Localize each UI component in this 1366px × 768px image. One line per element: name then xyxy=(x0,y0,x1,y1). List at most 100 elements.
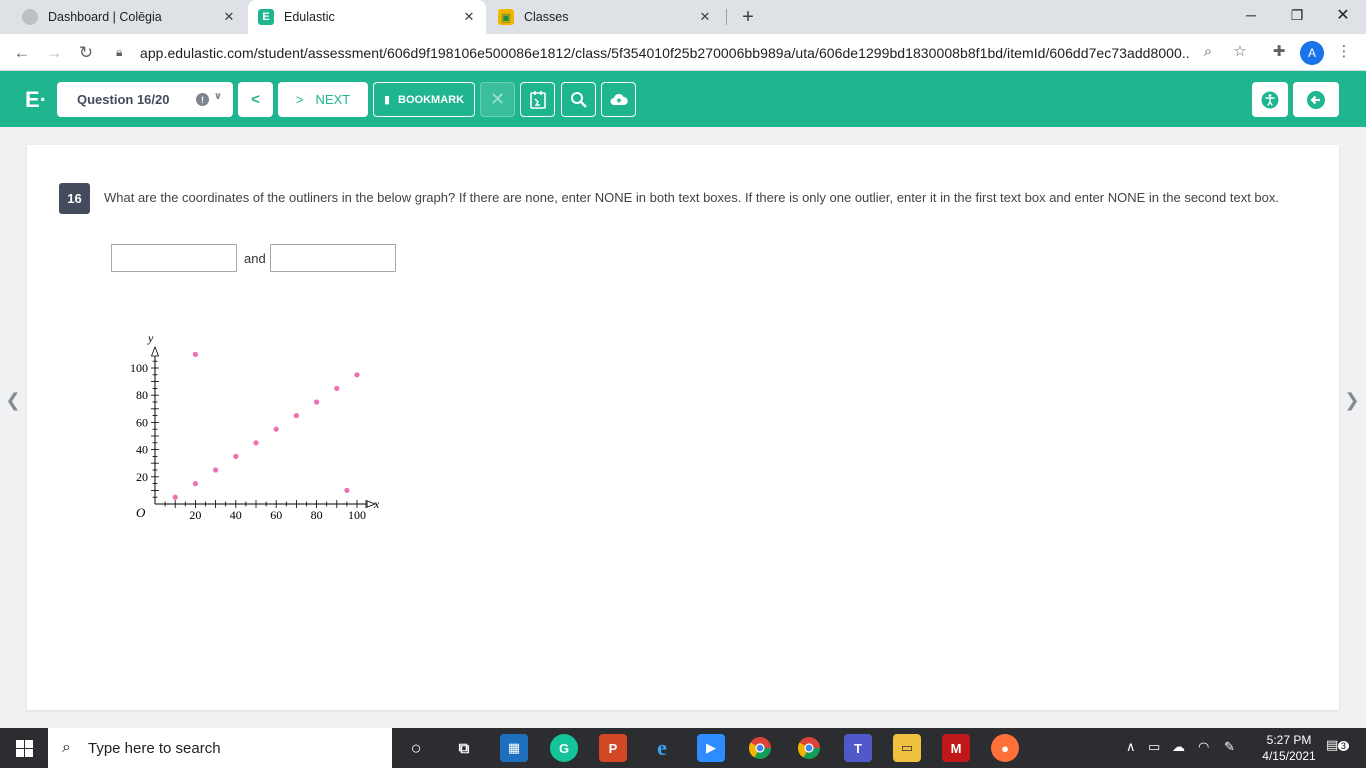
close-tab-icon[interactable]: ✕ xyxy=(460,8,478,26)
data-point xyxy=(354,372,360,378)
edulastic-favicon-icon: E xyxy=(258,9,274,25)
zoom-icon[interactable]: ⌕ xyxy=(1198,41,1218,61)
back-arrow-icon[interactable]: ← xyxy=(9,40,35,66)
edulastic-logo: E· xyxy=(25,87,47,112)
y-tick-label: 60 xyxy=(136,415,148,429)
data-point xyxy=(344,487,350,493)
chrome-icon[interactable] xyxy=(795,734,823,762)
data-point xyxy=(334,385,340,391)
magnifier-button[interactable] xyxy=(561,82,596,117)
taskbar-search[interactable]: ⌕ Type here to search xyxy=(48,728,392,768)
close-tab-icon[interactable]: ✕ xyxy=(220,8,238,26)
restore-icon[interactable]: ❐ xyxy=(1274,0,1320,30)
close-window-icon[interactable]: ✕ xyxy=(1320,0,1366,30)
onedrive-icon[interactable]: ☁ xyxy=(1172,739,1185,755)
power-icon[interactable]: ▭ xyxy=(1148,739,1160,755)
tab-classes[interactable]: ▣ Classes ✕ xyxy=(488,0,722,34)
cross-icon: ✕ xyxy=(489,89,506,109)
plot-axes xyxy=(150,345,377,509)
bookmark-label: BOOKMARK xyxy=(398,93,465,106)
bookmark-button[interactable]: ▮ BOOKMARK xyxy=(373,82,475,117)
x-tick-label: 40 xyxy=(230,508,242,522)
chrome-profile-icon[interactable] xyxy=(746,734,774,762)
origin-label: O xyxy=(136,505,146,520)
magnifier-icon xyxy=(570,91,587,108)
data-point xyxy=(273,426,279,432)
mcafee-icon[interactable]: M xyxy=(942,734,970,762)
accessibility-icon xyxy=(1261,91,1279,108)
tab-dashboard[interactable]: Dashboard | Colēgia ✕ xyxy=(12,0,246,34)
extensions-icon[interactable]: ✚ xyxy=(1269,41,1289,61)
y-axis-arrow-icon xyxy=(150,345,160,357)
url-field[interactable]: 🔒︎ app.edulastic.com/student/assessment/… xyxy=(106,38,1258,67)
x-tick-label: 60 xyxy=(270,508,282,522)
question-selector-label: Question 16/20 xyxy=(77,92,170,107)
previous-button[interactable]: < xyxy=(238,82,273,117)
warning-icon: ! xyxy=(196,93,209,106)
data-point xyxy=(233,453,239,459)
forward-arrow-icon[interactable]: → xyxy=(41,40,67,66)
minimize-icon[interactable]: ─ xyxy=(1228,0,1274,30)
windows-start-button[interactable] xyxy=(0,728,48,768)
file-explorer-icon[interactable]: ▭ xyxy=(893,734,921,762)
zoom-app-icon[interactable]: ▶ xyxy=(697,734,725,762)
cortana-icon[interactable]: ○ xyxy=(402,734,430,762)
windows-taskbar: ⌕ Type here to search ○ ⧉ ▦ G P e ▶ T ▭ … xyxy=(0,728,1366,768)
task-view-icon[interactable]: ⧉ xyxy=(450,734,478,762)
chrome-logo-icon xyxy=(749,737,771,759)
scatter-plot: x y O 20 40 60 80 100 20 40 60 80 100 xyxy=(130,331,380,522)
assessment-toolbar: E· Question 16/20 ! ∨ < > NEXT ▮ BOOKMAR… xyxy=(0,71,1366,127)
x-tick-label: 100 xyxy=(348,508,366,522)
grammarly-icon[interactable]: G xyxy=(550,734,578,762)
previous-question-arrow-icon[interactable]: ❮ xyxy=(3,388,23,412)
edge-icon[interactable]: e xyxy=(648,734,676,762)
wifi-icon[interactable]: ◠ xyxy=(1198,739,1209,755)
question-text: What are the coordinates of the outliner… xyxy=(104,190,1279,205)
eliminate-answer-button[interactable]: ✕ xyxy=(480,82,515,117)
save-button[interactable] xyxy=(601,82,636,117)
tab-edulastic[interactable]: E Edulastic ✕ xyxy=(248,0,486,34)
next-question-arrow-icon[interactable]: ❯ xyxy=(1342,388,1362,412)
y-tick-label: 100 xyxy=(130,361,148,375)
notifications-icon[interactable]: ▤ 3 xyxy=(1326,737,1349,753)
data-point xyxy=(213,467,219,473)
star-icon[interactable]: ☆ xyxy=(1230,41,1250,61)
chevron-right-icon: > xyxy=(295,92,304,107)
question-number-badge: 16 xyxy=(59,183,90,214)
search-placeholder: Type here to search xyxy=(88,739,221,757)
x-axis-label: x xyxy=(373,497,380,511)
menu-kebab-icon[interactable]: ⋮ xyxy=(1334,41,1354,61)
pen-icon[interactable]: ✎ xyxy=(1224,739,1235,755)
scratchpad-button[interactable] xyxy=(520,82,555,117)
plot-labels: x y O 20 40 60 80 100 20 40 60 80 100 xyxy=(130,331,380,522)
teams-icon[interactable]: T xyxy=(844,734,872,762)
show-hidden-icons-icon[interactable]: ∧ xyxy=(1126,739,1136,755)
tab-title: Dashboard | Colēgia xyxy=(48,10,162,24)
y-tick-label: 80 xyxy=(136,388,148,402)
powerpoint-icon[interactable]: P xyxy=(599,734,627,762)
tab-title: Classes xyxy=(524,10,569,24)
colegia-favicon-icon xyxy=(22,9,38,25)
answer-input-2[interactable] xyxy=(270,244,396,272)
new-tab-icon[interactable]: + xyxy=(736,5,760,29)
bookmark-icon: ▮ xyxy=(383,94,391,106)
firefox-icon[interactable]: ● xyxy=(991,734,1019,762)
next-button[interactable]: > NEXT xyxy=(278,82,368,117)
x-tick-label: 80 xyxy=(311,508,323,522)
data-point xyxy=(172,494,178,500)
reload-icon[interactable]: ↻ xyxy=(73,40,99,66)
calculator-icon[interactable]: ▦ xyxy=(500,734,528,762)
question-selector[interactable]: Question 16/20 ! ∨ xyxy=(57,82,233,117)
exit-button[interactable] xyxy=(1293,82,1339,117)
answer-input-1[interactable] xyxy=(111,244,237,272)
profile-avatar[interactable]: A xyxy=(1300,41,1324,65)
accessibility-button[interactable] xyxy=(1252,82,1288,117)
notification-count: 3 xyxy=(1337,741,1349,751)
question-card: 16 What are the coordinates of the outli… xyxy=(27,145,1339,710)
tab-title: Edulastic xyxy=(284,10,335,24)
data-point xyxy=(192,351,198,357)
plot-ticks xyxy=(151,360,368,508)
close-tab-icon[interactable]: ✕ xyxy=(696,8,714,26)
system-clock[interactable]: 5:27 PM 4/15/2021 xyxy=(1254,732,1324,764)
windows-logo-icon xyxy=(15,739,33,757)
